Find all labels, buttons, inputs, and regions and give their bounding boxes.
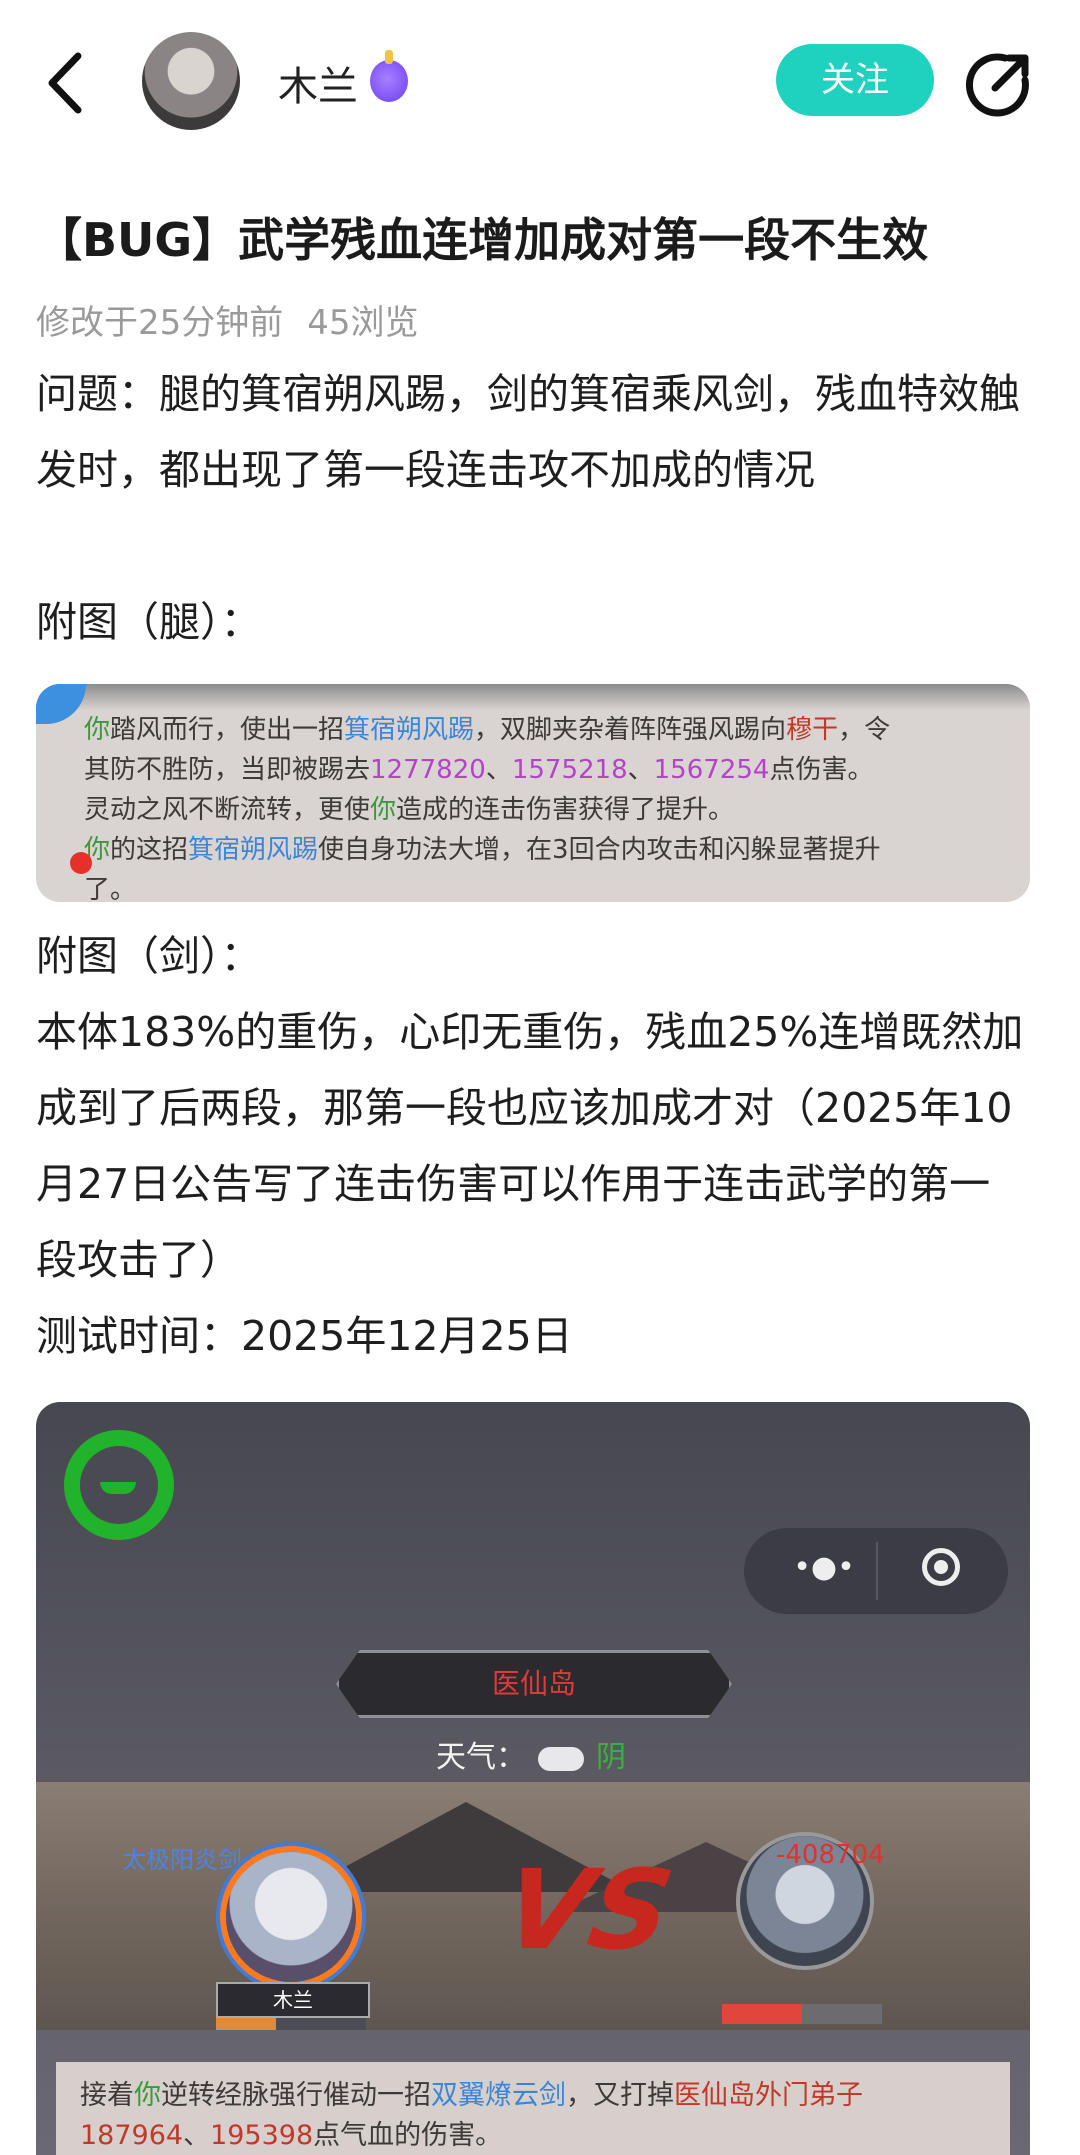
close-target-icon	[922, 1548, 960, 1586]
modified-time: 修改于25分钟前	[36, 303, 284, 343]
more-icon: •●•	[793, 1550, 855, 1585]
follow-button[interactable]: 关注	[776, 44, 934, 116]
red-dot-indicator	[70, 852, 92, 874]
image-top-edge	[36, 684, 1030, 710]
weather-line: 天气：阴	[436, 1740, 626, 1775]
back-arrow-icon[interactable]	[40, 48, 90, 118]
miniprogram-capsule: •●•	[744, 1528, 1008, 1614]
author-avatar[interactable]	[142, 32, 240, 130]
post-meta: 修改于25分钟前 45浏览	[36, 295, 419, 344]
player-hp-bar	[216, 2018, 366, 2030]
battle-arena: 太极阳炎剑 木兰 VS -408704	[36, 1782, 1030, 2030]
chat-bubble-icon	[64, 1430, 174, 1540]
post-paragraph: 附图（剑）：	[36, 932, 262, 980]
post-paragraph: 问题：腿的箕宿朔风踢，剑的箕宿乘风剑，残血特效触发时，都出现了第一段连击攻不加成…	[36, 370, 1020, 494]
top-bar: 木兰 关注	[0, 0, 1080, 160]
screenshot-image-leg[interactable]: 你踏风而行，使出一招箕宿朔风踢，双脚夹杂着阵阵强风踢向穆干，令 其防不胜防，当即…	[36, 684, 1030, 902]
opponent-damage-number: -408704	[776, 1840, 885, 1870]
player-portrait	[226, 1852, 356, 1982]
battle-log-text: 你踏风而行，使出一招箕宿朔风踢，双脚夹杂着阵阵强风踢向穆干，令 其防不胜防，当即…	[84, 715, 891, 902]
battle-log-panel: 接着你逆转经脉强行催动一招双翼燎云剑，又打掉医仙岛外门弟子 187964、195…	[56, 2062, 1010, 2155]
post-paragraph: 本体183%的重伤，心印无重伤，残血25%连增既然加成到了后两段，那第一段也应该…	[36, 1008, 1024, 1284]
vs-emblem: VS	[494, 1846, 682, 1974]
player-name-plate: 木兰	[216, 1982, 370, 2018]
screenshot-image-sword[interactable]: •●• 医仙岛 天气：阴 太极阳炎剑 木兰 VS -408704 接着你逆转经脉…	[36, 1402, 1030, 2155]
cloud-icon	[538, 1746, 584, 1771]
post-title: 【BUG】武学残血连增加成对第一段不生效	[36, 213, 929, 267]
level-badge-icon	[370, 50, 408, 102]
share-icon[interactable]	[965, 48, 1035, 118]
opponent-hp-bar	[722, 2004, 882, 2024]
author-name[interactable]: 木兰	[278, 54, 358, 112]
player-skill-label: 太极阳炎剑	[122, 1846, 242, 1874]
battle-log-text: 接着你逆转经脉强行催动一招双翼燎云剑，又打掉医仙岛外门弟子 187964、195…	[80, 2080, 863, 2151]
corner-decoration	[36, 684, 86, 724]
post-paragraph: 测试时间：2025年12月25日	[36, 1312, 573, 1360]
post-paragraph: 附图（腿）：	[36, 598, 262, 646]
location-banner: 医仙岛	[336, 1650, 732, 1718]
view-count: 45浏览	[307, 303, 419, 343]
